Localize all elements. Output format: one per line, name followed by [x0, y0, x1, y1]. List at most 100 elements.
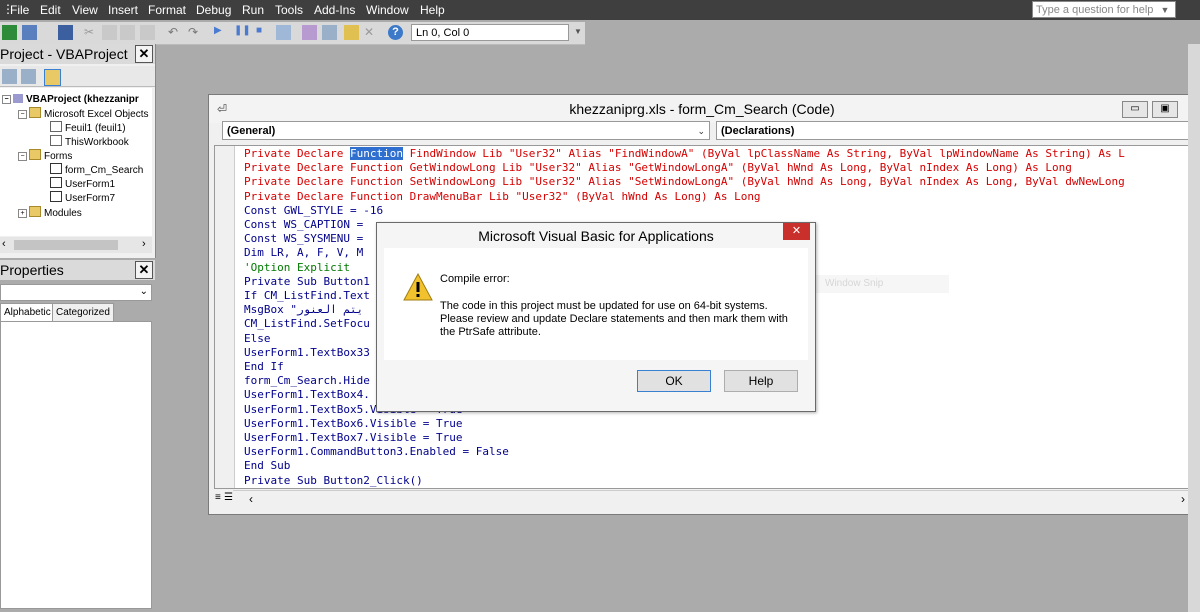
code-line[interactable]: Private Declare Function DrawMenuBar Lib…	[244, 190, 761, 204]
ok-button[interactable]: OK	[637, 370, 711, 392]
code-line[interactable]: Else	[244, 332, 271, 346]
object-combo[interactable]: (General) ⌄	[222, 121, 710, 140]
code-line[interactable]: End Sub	[244, 459, 290, 473]
tab-categorized[interactable]: Categorized	[52, 303, 114, 322]
menu-format[interactable]: Format	[148, 3, 186, 17]
code-line[interactable]: UserForm1.TextBox7.Visible = True	[244, 431, 463, 445]
chevron-down-icon[interactable]: ⌄	[140, 286, 148, 297]
code-line[interactable]: Const WS_CAPTION =	[244, 218, 363, 232]
save-icon[interactable]	[58, 25, 73, 40]
code-line[interactable]: Const WS_SYSMENU =	[244, 232, 363, 246]
project-close-button[interactable]: ✕	[135, 45, 153, 63]
undo-icon[interactable]: ↶	[168, 25, 183, 40]
menu-tools[interactable]: Tools	[275, 3, 303, 17]
code-margin[interactable]	[215, 146, 235, 488]
help-dropdown-icon[interactable]: ▼	[1158, 3, 1172, 17]
toolbox-icon[interactable]: ✕	[364, 25, 379, 40]
collapse-icon[interactable]: −	[18, 110, 27, 119]
properties-window-icon[interactable]	[322, 25, 337, 40]
tree-item-thisworkbook[interactable]: ThisWorkbook	[50, 135, 129, 148]
code-line[interactable]: form_Cm_Search.Hide	[244, 374, 370, 388]
redo-icon[interactable]: ↷	[188, 25, 203, 40]
tree-item-userform1[interactable]: UserForm1	[50, 177, 115, 190]
find-icon[interactable]	[140, 25, 155, 40]
tree-item-feuil1[interactable]: Feuil1 (feuil1)	[50, 121, 126, 134]
procedure-combo[interactable]: (Declarations)	[716, 121, 1194, 140]
collapse-icon[interactable]: −	[18, 152, 27, 161]
project-explorer-icon[interactable]	[302, 25, 317, 40]
code-line[interactable]: Private Declare Function SetWindowLong L…	[244, 175, 1125, 189]
menu-debug[interactable]: Debug	[196, 3, 231, 17]
code-line[interactable]: Private Sub Button2_Click()	[244, 474, 423, 488]
reset-icon[interactable]: ■	[256, 25, 271, 40]
procedure-view-icon[interactable]: ≡	[215, 492, 221, 503]
minimize-button[interactable]: ▭	[1122, 101, 1148, 118]
paste-icon[interactable]	[120, 25, 135, 40]
code-line[interactable]: CM_ListFind.SetFocu	[244, 317, 370, 331]
properties-close-button[interactable]: ✕	[135, 261, 153, 279]
menu-insert[interactable]: Insert	[108, 3, 138, 17]
menu-addins[interactable]: Add-Ins	[314, 3, 355, 17]
code-line[interactable]: UserForm1.TextBox6.Visible = True	[244, 417, 463, 431]
worksheet-icon	[50, 121, 62, 132]
code-line[interactable]: Const GWL_STYLE = -16	[244, 204, 383, 218]
dialog-close-button[interactable]: ✕	[783, 223, 810, 240]
help-button[interactable]: Help	[724, 370, 798, 392]
menu-run[interactable]: Run	[242, 3, 264, 17]
scroll-thumb[interactable]	[14, 240, 118, 250]
properties-object-select[interactable]: ⌄	[0, 284, 152, 301]
collapse-icon[interactable]: −	[2, 95, 11, 104]
code-line[interactable]: MsgBox "يتم العنور	[244, 303, 363, 317]
menu-view[interactable]: View	[72, 3, 98, 17]
project-horizontal-scrollbar[interactable]: ‹ ›	[0, 237, 152, 253]
full-module-view-icon[interactable]: ☰	[224, 492, 233, 503]
help-icon[interactable]: ?	[388, 25, 403, 40]
maximize-button[interactable]: ▣	[1152, 101, 1178, 118]
code-line[interactable]: Private Declare Function FindWindow Lib …	[244, 147, 1125, 161]
code-line[interactable]: Private Sub Button1	[244, 275, 370, 289]
view-object-icon[interactable]	[21, 69, 36, 84]
tree-item-form-cm-search[interactable]: form_Cm_Search	[50, 163, 143, 176]
menu-window[interactable]: Window	[366, 3, 409, 17]
tree-label: UserForm7	[65, 193, 116, 204]
code-horizontal-scrollbar[interactable]: ‹ ›	[233, 490, 1191, 508]
chevron-down-icon[interactable]: ⌄	[697, 122, 705, 141]
code-line[interactable]: Dim LR, A, F, V, M	[244, 246, 363, 260]
properties-list	[0, 321, 152, 609]
code-line[interactable]: If CM_ListFind.Text	[244, 289, 370, 303]
code-line[interactable]: 'Option Explicit	[244, 261, 350, 275]
run-icon[interactable]: ▶	[214, 25, 229, 40]
view-code-icon[interactable]	[2, 69, 17, 84]
excel-icon[interactable]	[2, 25, 17, 40]
code-text: UserForm1.TextBox33	[244, 345, 370, 359]
menu-help[interactable]: Help	[420, 3, 445, 17]
design-mode-icon[interactable]	[276, 25, 291, 40]
code-line[interactable]: UserForm1.TextBox4.	[244, 388, 370, 402]
break-icon[interactable]: ❚❚	[234, 25, 251, 40]
scroll-right-icon[interactable]: ›	[1181, 492, 1185, 506]
code-line[interactable]: UserForm1.CommandButton3.Enabled = False	[244, 445, 509, 459]
cut-icon[interactable]: ✂	[84, 25, 99, 40]
tree-item-vbaproject[interactable]: − VBAProject (khezzanipr	[2, 94, 139, 105]
object-browser-icon[interactable]	[344, 25, 359, 40]
folder-icon	[29, 107, 41, 118]
toolbar-overflow-icon[interactable]: ▼	[574, 27, 584, 41]
tree-item-userform7[interactable]: UserForm7	[50, 191, 115, 204]
insert-userform-icon[interactable]	[22, 25, 37, 40]
scroll-right-icon[interactable]: ›	[142, 238, 146, 250]
scroll-left-icon[interactable]: ‹	[2, 238, 6, 250]
menu-file[interactable]: File	[10, 3, 29, 17]
menu-edit[interactable]: Edit	[40, 3, 61, 17]
tab-alphabetic[interactable]: Alphabetic	[0, 303, 55, 321]
tree-item-excel-objects[interactable]: − Microsoft Excel Objects	[18, 107, 148, 120]
copy-icon[interactable]	[102, 25, 117, 40]
help-search-input[interactable]: Type a question for help	[1032, 1, 1176, 18]
scroll-left-icon[interactable]: ‹	[249, 492, 253, 506]
tree-item-modules[interactable]: + Modules	[18, 206, 82, 219]
toggle-folders-icon[interactable]	[44, 69, 61, 86]
code-line[interactable]: UserForm1.TextBox33	[244, 346, 370, 360]
expand-icon[interactable]: +	[18, 209, 27, 218]
code-line[interactable]: End If	[244, 360, 284, 374]
code-line[interactable]: Private Declare Function GetWindowLong L…	[244, 161, 1072, 175]
tree-item-forms[interactable]: − Forms	[18, 149, 72, 162]
